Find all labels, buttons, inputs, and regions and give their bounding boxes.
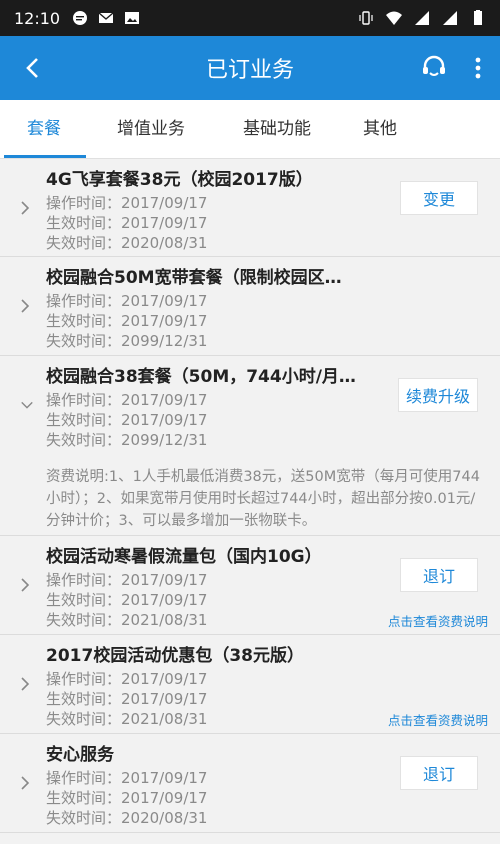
fee-info-link[interactable]: 点击查看资费说明 xyxy=(388,611,488,630)
effective-time: 生效时间：2017/09/17 xyxy=(46,690,208,708)
item-name: 2017校园活动优惠包（38元版） xyxy=(46,646,304,666)
chevron-right-icon xyxy=(21,299,30,313)
tab-other[interactable]: 其他 xyxy=(340,100,420,158)
item-name: 校园融合38套餐（50M，744小时/月… xyxy=(46,367,356,387)
list-item[interactable]: 安心服务 操作时间：2017/09/17 生效时间：2017/09/17 失效时… xyxy=(0,734,500,833)
effective-time: 生效时间：2017/09/17 xyxy=(46,214,208,232)
tab-package[interactable]: 套餐 xyxy=(0,100,88,158)
tab-bar: 套餐 增值业务 基础功能 其他 xyxy=(0,100,500,159)
fee-description: 资费说明:1、1人手机最低消费38元，送50M宽带（每月可使用744小时）；2、… xyxy=(0,454,500,536)
image-icon xyxy=(125,12,140,24)
chevron-right-icon xyxy=(21,776,30,790)
chevron-down-icon xyxy=(21,401,33,409)
effective-time: 生效时间：2017/09/17 xyxy=(46,789,208,807)
list-item[interactable]: 校园融合38套餐（50M，744小时/月… 操作时间：2017/09/17 生效… xyxy=(0,356,500,454)
status-bar: 12:10 xyxy=(0,0,500,36)
app-bar: 已订业务 xyxy=(0,36,500,100)
customer-service-button[interactable] xyxy=(412,36,456,100)
item-name: 校园活动寒暑假流量包（国内10G） xyxy=(46,547,322,567)
chevron-right-icon xyxy=(21,677,30,691)
operation-time: 操作时间：2017/09/17 xyxy=(46,670,208,688)
expiry-time: 失效时间：2020/08/31 xyxy=(46,809,208,827)
expiry-time: 失效时间：2020/08/31 xyxy=(46,234,208,252)
expiry-time: 失效时间：2099/12/31 xyxy=(46,431,208,449)
list-item[interactable]: 2017校园活动优惠包（38元版） 操作时间：2017/09/17 生效时间：2… xyxy=(0,635,500,734)
fee-info-link[interactable]: 点击查看资费说明 xyxy=(388,710,488,729)
item-name: 校园融合50M宽带套餐（限制校园区… xyxy=(46,268,342,288)
signal-icon xyxy=(415,11,429,25)
expiry-time: 失效时间：2099/12/31 xyxy=(46,332,208,350)
mail-icon xyxy=(98,12,114,23)
more-vertical-icon xyxy=(475,57,481,79)
chevron-right-icon xyxy=(21,578,30,592)
list-item[interactable]: 校园融合50M宽带套餐（限制校园区… 操作时间：2017/09/17 生效时间：… xyxy=(0,257,500,356)
tab-basic-functions[interactable]: 基础功能 xyxy=(214,100,340,158)
tab-value-added[interactable]: 增值业务 xyxy=(88,100,214,158)
change-button[interactable]: 变更 xyxy=(400,181,478,215)
list-item[interactable]: 4G飞享套餐38元（校园2017版） 操作时间：2017/09/17 生效时间：… xyxy=(0,159,500,257)
back-button[interactable] xyxy=(0,36,64,100)
operation-time: 操作时间：2017/09/17 xyxy=(46,292,208,310)
chevron-right-icon xyxy=(21,200,30,215)
status-time: 12:10 xyxy=(14,8,61,28)
more-options-button[interactable] xyxy=(456,36,500,100)
message-icon xyxy=(73,11,88,25)
renew-upgrade-button[interactable]: 续费升级 xyxy=(398,378,478,412)
item-name: 4G飞享套餐38元（校园2017版） xyxy=(46,170,313,190)
headset-icon xyxy=(423,55,445,76)
chevron-left-icon xyxy=(26,58,38,78)
vibrate-icon xyxy=(359,11,373,25)
signal-icon xyxy=(443,11,457,25)
item-name: 安心服务 xyxy=(46,745,114,765)
unsubscribe-button[interactable]: 退订 xyxy=(400,558,478,592)
effective-time: 生效时间：2017/09/17 xyxy=(46,411,208,429)
unsubscribe-button[interactable]: 退订 xyxy=(400,756,478,790)
battery-icon xyxy=(474,10,482,25)
list-item[interactable]: 校园活动寒暑假流量包（国内10G） 操作时间：2017/09/17 生效时间：2… xyxy=(0,536,500,635)
effective-time: 生效时间：2017/09/17 xyxy=(46,591,208,609)
subscription-list: 4G飞享套餐38元（校园2017版） 操作时间：2017/09/17 生效时间：… xyxy=(0,159,500,833)
wifi-icon xyxy=(386,11,402,25)
effective-time: 生效时间：2017/09/17 xyxy=(46,312,208,330)
